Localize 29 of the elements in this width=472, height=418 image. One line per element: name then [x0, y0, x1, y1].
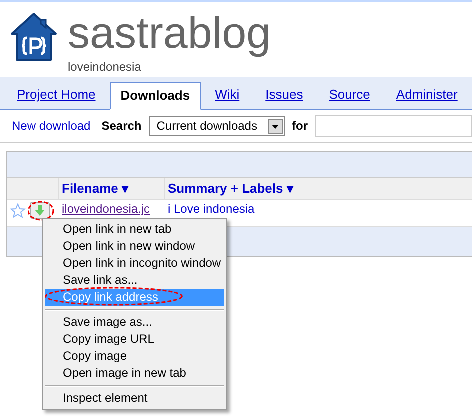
- filename-link[interactable]: iloveindonesia.jc: [59, 202, 165, 216]
- star-icon[interactable]: [10, 202, 26, 218]
- search-field[interactable]: [315, 115, 472, 137]
- nav-tab[interactable]: Project Home: [9, 81, 104, 109]
- nav-tab[interactable]: Issues: [258, 81, 312, 109]
- nav-tab[interactable]: Wiki: [207, 81, 248, 109]
- search-label: Search: [102, 118, 142, 135]
- summary-link[interactable]: i Love indonesia: [165, 202, 255, 216]
- download-icon[interactable]: [30, 202, 50, 219]
- menu-item[interactable]: Copy image: [45, 348, 224, 365]
- menu-item[interactable]: Open link in new tab: [45, 221, 224, 238]
- column-header[interactable]: Summary + Labels ▾: [165, 178, 294, 199]
- nav-tab[interactable]: Source: [321, 81, 378, 109]
- nav-tab[interactable]: Administer: [388, 81, 466, 109]
- menu-item[interactable]: Copy image URL: [45, 331, 224, 348]
- menu-item[interactable]: Save image as...: [45, 314, 224, 331]
- menu-item[interactable]: Inspect element: [45, 390, 224, 407]
- nav-tab[interactable]: Downloads: [110, 82, 202, 110]
- project-title: sastrablog: [68, 12, 272, 56]
- for-label: for: [292, 118, 308, 135]
- new-download-link[interactable]: New download: [12, 117, 91, 135]
- house-logo-icon: [10, 12, 58, 63]
- project-subtitle: loveindonesia: [68, 59, 142, 76]
- menu-item[interactable]: Open link in new window: [45, 238, 224, 255]
- scope-select[interactable]: Current downloads: [148, 116, 285, 136]
- menu-item[interactable]: Save link as...: [45, 272, 224, 289]
- menu-item[interactable]: Open link in incognito window: [45, 255, 224, 272]
- column-header[interactable]: Filename ▾: [59, 178, 165, 199]
- menu-item[interactable]: Open image in new tab: [45, 365, 224, 382]
